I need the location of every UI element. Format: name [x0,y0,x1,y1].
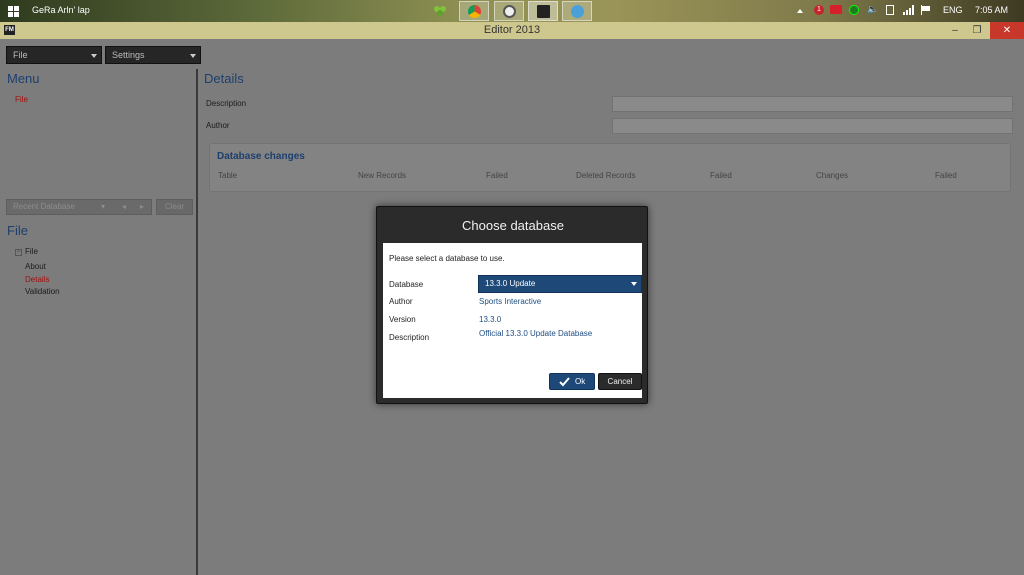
column-header: New Records [358,171,407,180]
column-header: Table [218,171,238,180]
database-changes-panel: Database changes Table New Records Faile… [209,143,1011,192]
sidebar-divider[interactable] [196,69,198,575]
menu-item-file[interactable]: File [15,95,28,104]
device-icon[interactable] [886,5,894,15]
database-select[interactable]: 13.3.0 Update [478,275,642,293]
author-label: Author [389,297,413,306]
file-dropdown-label: File [13,50,28,60]
version-label: Version [389,315,416,324]
tree-item-details[interactable]: Details [25,275,49,284]
system-tray: 1 🔈 ENG 7:05 AM [790,0,1024,22]
browser-taskbar-button[interactable] [562,1,592,21]
column-header: Failed [486,171,508,180]
details-heading: Details [204,71,244,86]
database-changes-title: Database changes [217,151,305,162]
taskbar: GeRa Arln' lap 1 🔈 ENG 7:05 AM [0,0,1024,22]
cancel-button[interactable]: Cancel [598,373,642,390]
chrome-icon [468,5,481,18]
tree-item-validation[interactable]: Validation [25,287,60,296]
language-indicator[interactable]: ENG [943,5,963,15]
ok-button-label: Ok [575,377,586,386]
minimize-button[interactable]: – [946,22,964,39]
close-button[interactable]: ✕ [990,22,1024,39]
file-dropdown[interactable]: File [6,46,102,64]
maximize-button[interactable]: ❐ [968,22,986,39]
settings-dropdown[interactable]: Settings [105,46,201,64]
ok-button[interactable]: Ok [549,373,595,390]
vietnam-flag-icon[interactable] [830,5,842,14]
dialog-title: Choose database [462,218,564,233]
description-value: Official 13.3.0 Update Database [479,329,593,338]
volume-icon[interactable]: 🔈 [867,4,878,15]
browser-icon [571,5,584,18]
chevron-down-icon [91,54,97,58]
dropdown-arrow-icon: ▾ [101,202,106,211]
tree-item-about[interactable]: About [25,262,46,271]
previous-icon[interactable]: ◂ [122,200,126,214]
flag-icon[interactable] [921,5,930,15]
file-section-heading: File [7,223,28,238]
chevron-down-icon [631,282,637,286]
checkmark-icon [559,377,570,387]
author-value: Sports Interactive [479,297,542,306]
menu-heading: Menu [7,71,40,86]
column-header: Changes [816,171,849,180]
wifi-icon[interactable] [903,5,914,15]
window-titlebar: FM Editor 2013 – ❐ ✕ [0,22,1024,39]
choose-database-dialog: Choose database Please select a database… [376,206,648,404]
tree-item-file[interactable]: File [25,247,38,256]
window-title: Editor 2013 [483,24,541,36]
column-header: Deleted Records [576,171,636,180]
clock[interactable]: 7:05 AM [975,5,1008,15]
recent-database-select[interactable]: Recent Database ▾ ◂ ▸ [6,199,152,215]
recent-database-placeholder: Recent Database [13,202,75,211]
description-label: Description [389,333,430,342]
taskbar-user-label: GeRa Arln' lap [32,5,90,15]
windows-start-icon[interactable] [8,6,19,17]
database-select-value: 13.3.0 Update [485,279,536,288]
author-field[interactable] [612,118,1013,134]
chevron-down-icon [190,54,196,58]
database-label: Database [389,280,424,289]
editor-taskbar-button[interactable] [528,1,558,21]
app-taskbar-button[interactable] [494,1,524,21]
clear-recent-button[interactable]: Clear [156,199,193,215]
green-app-icon[interactable] [849,5,859,15]
tray-overflow-icon[interactable] [797,9,803,13]
author-label: Author [206,121,230,130]
description-label: Description [206,99,247,108]
dialog-prompt: Please select a database to use. [389,254,505,263]
next-icon[interactable]: ▸ [140,200,144,214]
dialog-body: Please select a database to use. Databas… [383,243,642,398]
settings-dropdown-label: Settings [112,50,145,60]
column-header: Failed [710,171,732,180]
column-header: Failed [935,171,957,180]
collapse-icon[interactable]: − [15,249,22,256]
description-field[interactable] [612,96,1013,112]
app-icon [503,5,516,18]
chrome-taskbar-button[interactable] [459,1,489,21]
version-value: 13.3.0 [479,315,502,324]
editor-icon [537,5,550,18]
clover-icon[interactable] [433,4,447,18]
notification-badge-icon[interactable]: 1 [814,5,824,15]
